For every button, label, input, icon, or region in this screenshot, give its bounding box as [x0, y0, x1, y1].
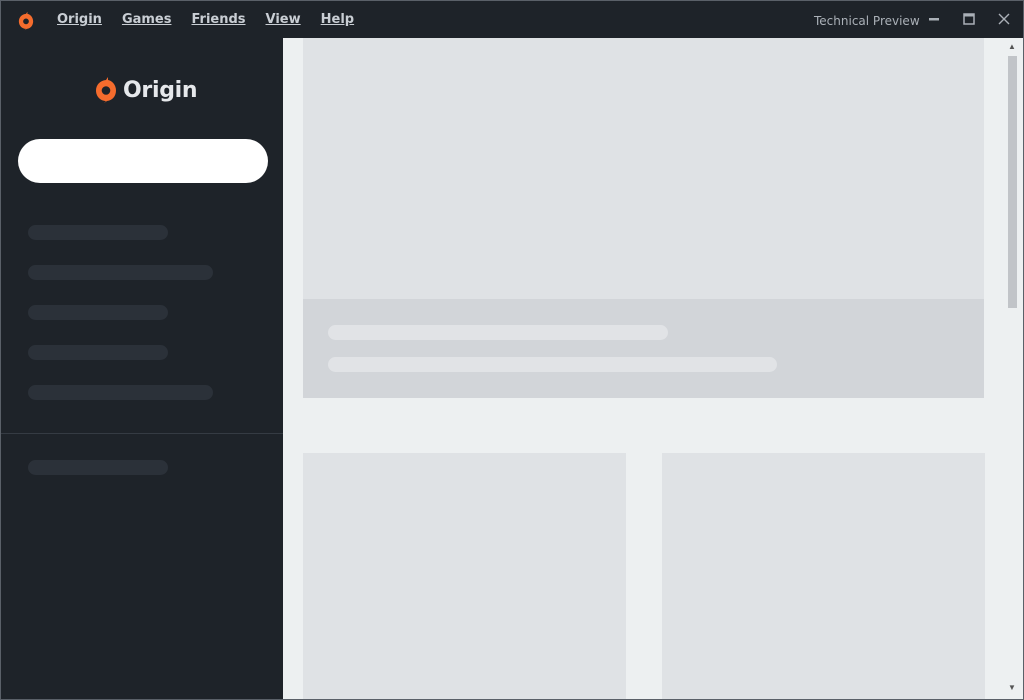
maximize-icon [963, 13, 975, 25]
brand-name: Origin [123, 77, 198, 103]
vertical-scrollbar[interactable]: ▲ ▼ [1003, 38, 1021, 699]
minimize-button[interactable] [925, 10, 943, 28]
nav-item-placeholder[interactable] [28, 225, 168, 240]
menu-friends[interactable]: Friends [191, 12, 245, 27]
origin-logo-icon[interactable] [17, 11, 35, 31]
search-input[interactable] [18, 139, 268, 183]
nav-item-placeholder[interactable] [28, 385, 213, 400]
sidebar: Origin [1, 38, 283, 699]
sidebar-divider [1, 433, 283, 434]
tile-placeholder-left[interactable] [303, 453, 626, 699]
hero-info-placeholder [303, 299, 984, 398]
tile-placeholder-right[interactable] [662, 453, 985, 699]
nav-item-placeholder[interactable] [28, 460, 168, 475]
menu-view[interactable]: View [266, 12, 301, 27]
technical-preview-label: Technical Preview [814, 14, 920, 28]
origin-window: Origin Games Friends View Help Technical… [0, 0, 1024, 700]
hero-subtitle-placeholder [328, 357, 777, 372]
nav-item-placeholder[interactable] [28, 345, 168, 360]
scroll-thumb[interactable] [1008, 56, 1017, 308]
scroll-down-arrow-icon[interactable]: ▼ [1007, 683, 1017, 693]
scroll-up-arrow-icon[interactable]: ▲ [1007, 42, 1017, 52]
menu-origin[interactable]: Origin [57, 12, 102, 27]
brand[interactable]: Origin [94, 76, 198, 104]
main-content: ▲ ▼ [283, 38, 1023, 699]
title-bar: Origin Games Friends View Help Technical… [1, 1, 1023, 38]
nav-item-placeholder[interactable] [28, 305, 168, 320]
nav-item-placeholder[interactable] [28, 265, 213, 280]
hero-banner-placeholder[interactable] [303, 38, 984, 299]
maximize-button[interactable] [960, 10, 978, 28]
minimize-icon [929, 18, 939, 21]
menu-games[interactable]: Games [122, 12, 172, 27]
close-icon [998, 13, 1010, 25]
menu-bar: Origin Games Friends View Help [57, 1, 354, 38]
menu-help[interactable]: Help [321, 12, 354, 27]
close-button[interactable] [995, 10, 1013, 28]
origin-brand-logo-icon [96, 77, 116, 103]
hero-title-placeholder [328, 325, 668, 340]
